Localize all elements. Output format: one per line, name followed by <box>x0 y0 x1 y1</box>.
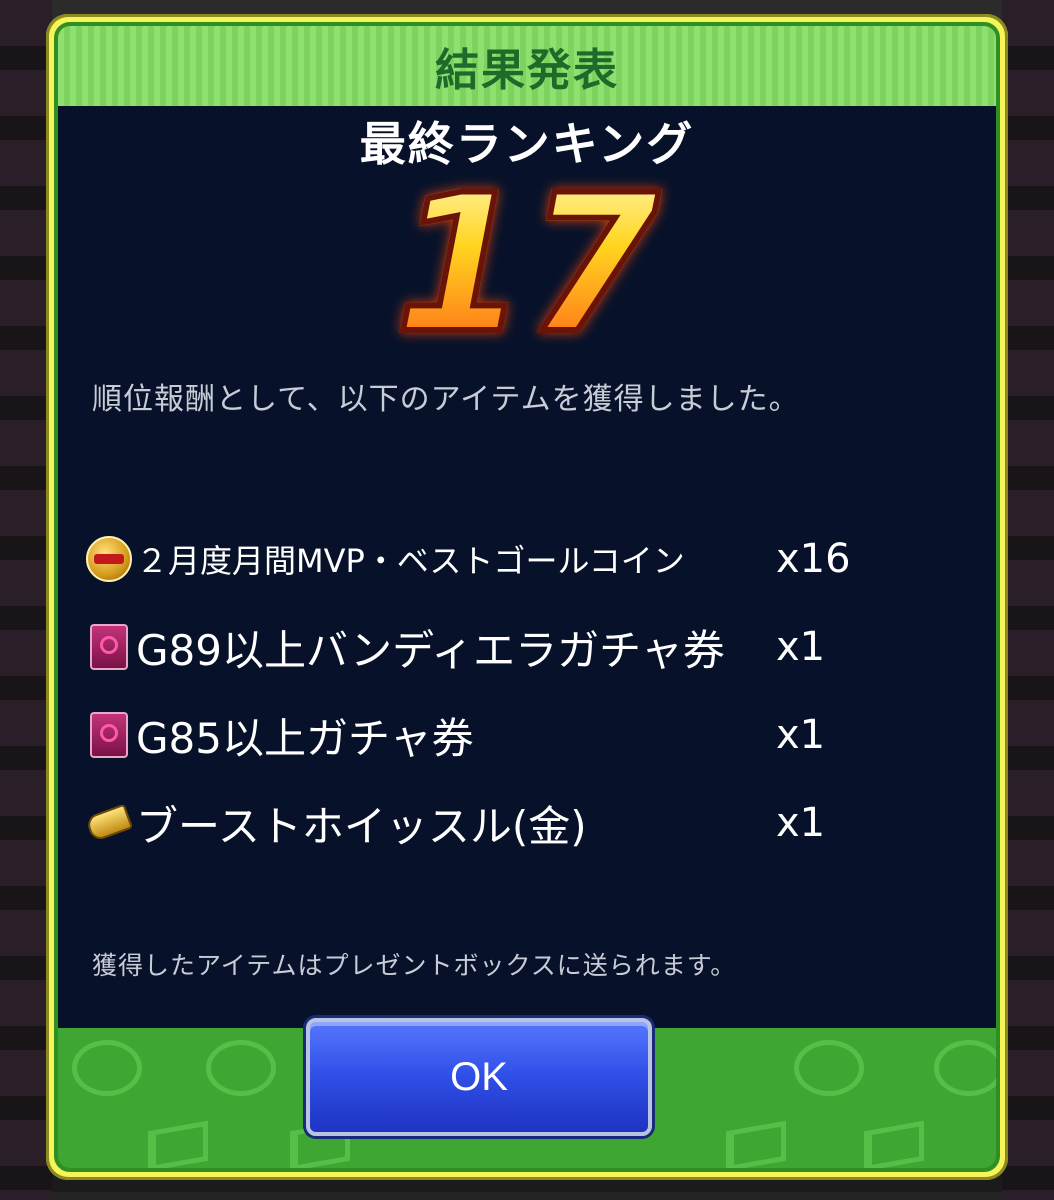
whistle-shape <box>84 803 134 843</box>
stadium-icon <box>934 1040 996 1096</box>
ok-button[interactable]: OK <box>306 1018 652 1136</box>
coin-shape <box>86 536 132 582</box>
reward-item-quantity: x1 <box>776 800 826 846</box>
flag-icon <box>864 1120 924 1168</box>
reward-item: ブーストホイッスル(金) x1 <box>84 779 886 867</box>
gotm-coin-icon <box>86 536 132 582</box>
reward-item: G89以上バンディエラガチャ券 x1 <box>86 603 886 691</box>
reward-message: 順位報酬として、以下のアイテムを獲得しました。 <box>92 382 800 417</box>
reward-list: ２月度月間MVP・ベストゴールコイン x16 G89以上バンディエラガチャ券 x… <box>84 515 886 867</box>
ok-button-label: OK <box>450 1054 508 1099</box>
ticket-shape <box>90 712 128 758</box>
reward-item: G85以上ガチャ券 x1 <box>86 691 886 779</box>
reward-item: ２月度月間MVP・ベストゴールコイン x16 <box>86 515 886 603</box>
final-rank-number: 17 <box>0 167 1054 363</box>
reward-item-name: ２月度月間MVP・ベストゴールコイン <box>136 542 685 580</box>
present-box-notice: 獲得したアイテムはプレゼントボックスに送られます。 <box>92 951 737 980</box>
gold-whistle-icon <box>84 800 134 846</box>
flag-icon <box>726 1120 786 1168</box>
stadium-icon <box>206 1040 276 1096</box>
flag-icon <box>148 1120 208 1168</box>
ticket-shape <box>90 624 128 670</box>
gacha-ticket-icon <box>86 712 132 758</box>
reward-item-name: ブーストホイッスル(金) <box>136 801 587 851</box>
stadium-icon <box>72 1040 142 1096</box>
stadium-icon <box>794 1040 864 1096</box>
dialog-title: 結果発表 <box>435 45 619 96</box>
reward-item-quantity: x16 <box>776 536 851 582</box>
reward-item-quantity: x1 <box>776 624 826 670</box>
reward-item-quantity: x1 <box>776 712 826 758</box>
reward-item-name: G89以上バンディエラガチャ券 <box>136 625 725 675</box>
reward-item-name: G85以上ガチャ券 <box>136 713 474 763</box>
bandiera-ticket-icon <box>86 624 132 670</box>
dialog-header: 結果発表 <box>58 26 996 106</box>
